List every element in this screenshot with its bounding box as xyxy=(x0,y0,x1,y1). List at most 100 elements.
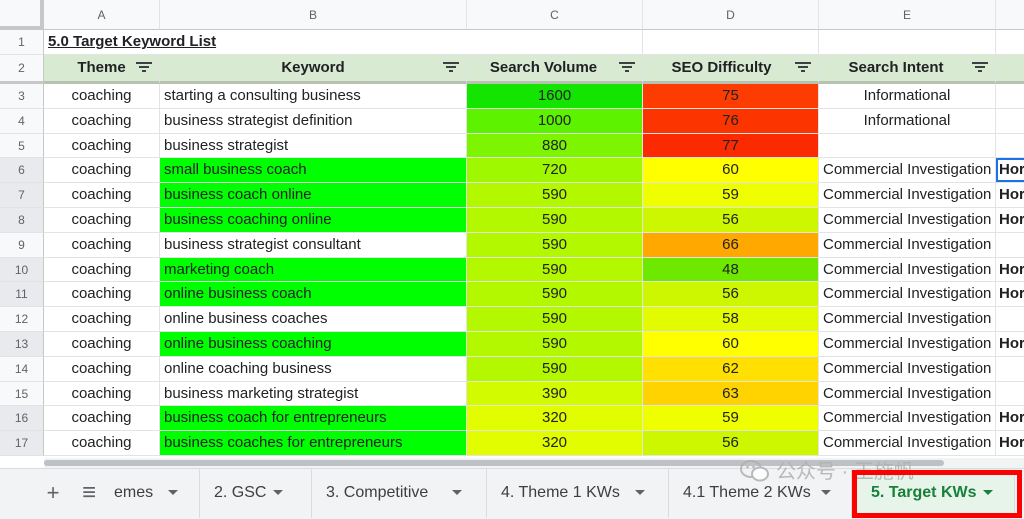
row-header[interactable]: 14 xyxy=(0,356,44,382)
column-f-cell[interactable] xyxy=(996,382,1024,407)
theme-cell[interactable]: coaching xyxy=(44,307,160,332)
filter-icon[interactable] xyxy=(971,60,989,74)
search-volume-cell[interactable]: 320 xyxy=(467,431,643,456)
seo-difficulty-cell[interactable]: 58 xyxy=(643,307,819,332)
seo-difficulty-cell[interactable]: 59 xyxy=(643,406,819,432)
keyword-cell[interactable]: online coaching business xyxy=(160,356,467,382)
header-seo-difficulty[interactable]: SEO Difficulty xyxy=(643,55,819,84)
keyword-cell[interactable]: business strategist xyxy=(160,133,467,159)
search-intent-cell[interactable]: Commercial Investigation xyxy=(819,356,996,382)
search-volume-cell[interactable]: 590 xyxy=(467,257,643,283)
theme-cell[interactable]: coaching xyxy=(44,158,160,184)
theme-cell[interactable]: coaching xyxy=(44,183,160,208)
empty-cell[interactable] xyxy=(643,30,819,55)
search-intent-cell[interactable]: Informational xyxy=(819,84,996,109)
keyword-cell[interactable]: online business coach xyxy=(160,282,467,308)
row-header[interactable]: 15 xyxy=(0,381,44,407)
column-f-cell[interactable] xyxy=(996,109,1024,134)
row-header[interactable]: 13 xyxy=(0,332,44,357)
seo-difficulty-cell[interactable]: 76 xyxy=(643,108,819,134)
search-volume-cell[interactable]: 320 xyxy=(467,406,643,432)
search-volume-cell[interactable]: 880 xyxy=(467,133,643,159)
row-header[interactable]: 12 xyxy=(0,307,44,332)
header-search-volume[interactable]: Search Volume xyxy=(467,55,643,84)
spreadsheet-grid[interactable]: A B C D E 1 5.0 Target Keyword List 2 Th… xyxy=(0,0,1024,458)
column-header-d[interactable]: D xyxy=(643,0,819,30)
column-f-cell[interactable]: Hor xyxy=(996,282,1024,308)
row-header[interactable]: 6 xyxy=(0,158,44,184)
sheet-tab[interactable]: 4. Theme 1 KWs xyxy=(487,469,669,518)
theme-cell[interactable]: coaching xyxy=(44,84,160,109)
keyword-cell[interactable]: marketing coach xyxy=(160,257,467,283)
row-header[interactable]: 4 xyxy=(0,108,44,134)
header-theme[interactable]: Theme xyxy=(44,55,160,84)
column-f-cell[interactable]: Hor xyxy=(996,332,1024,357)
column-f-cell[interactable]: Hor xyxy=(996,208,1024,233)
search-volume-cell[interactable]: 590 xyxy=(467,183,643,208)
chevron-down-icon[interactable] xyxy=(635,490,645,495)
row-header[interactable]: 9 xyxy=(0,232,44,258)
column-f-cell[interactable] xyxy=(996,233,1024,258)
seo-difficulty-cell[interactable]: 62 xyxy=(643,356,819,382)
header-keyword[interactable]: Keyword xyxy=(160,55,467,84)
theme-cell[interactable]: coaching xyxy=(44,133,160,159)
search-intent-cell[interactable]: Commercial Investigation xyxy=(819,406,996,432)
plus-icon[interactable]: + xyxy=(38,469,68,517)
keyword-cell[interactable]: online business coaches xyxy=(160,307,467,332)
row-header[interactable]: 5 xyxy=(0,133,44,159)
seo-difficulty-cell[interactable]: 77 xyxy=(643,133,819,159)
keyword-cell[interactable]: business coach online xyxy=(160,183,467,208)
sheet-tab[interactable]: 2. GSC xyxy=(200,469,312,518)
theme-cell[interactable]: coaching xyxy=(44,381,160,407)
search-volume-cell[interactable]: 590 xyxy=(467,307,643,332)
keyword-cell[interactable]: business coaches for entrepreneurs xyxy=(160,431,467,456)
theme-cell[interactable]: coaching xyxy=(44,232,160,258)
column-f-cell[interactable] xyxy=(996,357,1024,382)
column-f-cell[interactable] xyxy=(996,84,1024,109)
seo-difficulty-cell[interactable]: 48 xyxy=(643,257,819,283)
sheet-title[interactable]: 5.0 Target Keyword List xyxy=(44,30,467,55)
filter-icon[interactable] xyxy=(442,60,460,74)
column-f-cell[interactable] xyxy=(996,134,1024,159)
sheet-tab[interactable]: emes xyxy=(106,469,200,518)
seo-difficulty-cell[interactable]: 63 xyxy=(643,381,819,407)
empty-cell[interactable] xyxy=(819,30,996,55)
search-volume-cell[interactable]: 390 xyxy=(467,381,643,407)
search-intent-cell[interactable]: Commercial Investigation xyxy=(819,232,996,258)
keyword-cell[interactable]: online business coaching xyxy=(160,332,467,357)
seo-difficulty-cell[interactable]: 56 xyxy=(643,208,819,233)
search-volume-cell[interactable]: 1000 xyxy=(467,108,643,134)
search-volume-cell[interactable]: 590 xyxy=(467,232,643,258)
row-header[interactable]: 16 xyxy=(0,406,44,432)
keyword-cell[interactable]: small business coach xyxy=(160,158,467,184)
search-intent-cell[interactable]: Commercial Investigation xyxy=(819,381,996,407)
theme-cell[interactable]: coaching xyxy=(44,282,160,308)
seo-difficulty-cell[interactable]: 59 xyxy=(643,183,819,208)
keyword-cell[interactable]: business coaching online xyxy=(160,208,467,233)
column-header-b[interactable]: B xyxy=(160,0,467,30)
keyword-cell[interactable]: business coach for entrepreneurs xyxy=(160,406,467,432)
column-f-cell[interactable]: Hor xyxy=(996,406,1024,432)
theme-cell[interactable]: coaching xyxy=(44,431,160,456)
header-column-f[interactable] xyxy=(996,55,1024,84)
empty-cell[interactable] xyxy=(467,30,643,55)
keyword-cell[interactable]: business strategist definition xyxy=(160,108,467,134)
row-header[interactable]: 1 xyxy=(0,30,44,55)
seo-difficulty-cell[interactable]: 60 xyxy=(643,332,819,357)
column-header-e[interactable]: E xyxy=(819,0,996,30)
theme-cell[interactable]: coaching xyxy=(44,208,160,233)
row-header[interactable]: 7 xyxy=(0,183,44,208)
search-volume-cell[interactable]: 590 xyxy=(467,356,643,382)
row-header[interactable]: 3 xyxy=(0,84,44,109)
search-intent-cell[interactable]: Commercial Investigation xyxy=(819,282,996,308)
column-f-cell[interactable]: Hor xyxy=(996,158,1024,184)
search-intent-cell[interactable]: Commercial Investigation xyxy=(819,307,996,332)
seo-difficulty-cell[interactable]: 60 xyxy=(643,158,819,184)
theme-cell[interactable]: coaching xyxy=(44,356,160,382)
column-f-cell[interactable]: Hor xyxy=(996,431,1024,456)
menu-lines-icon[interactable]: ≡ xyxy=(74,469,104,517)
search-intent-cell[interactable]: Informational xyxy=(819,108,996,134)
row-header[interactable]: 10 xyxy=(0,257,44,283)
column-header-c[interactable]: C xyxy=(467,0,643,30)
keyword-cell[interactable]: business strategist consultant xyxy=(160,232,467,258)
